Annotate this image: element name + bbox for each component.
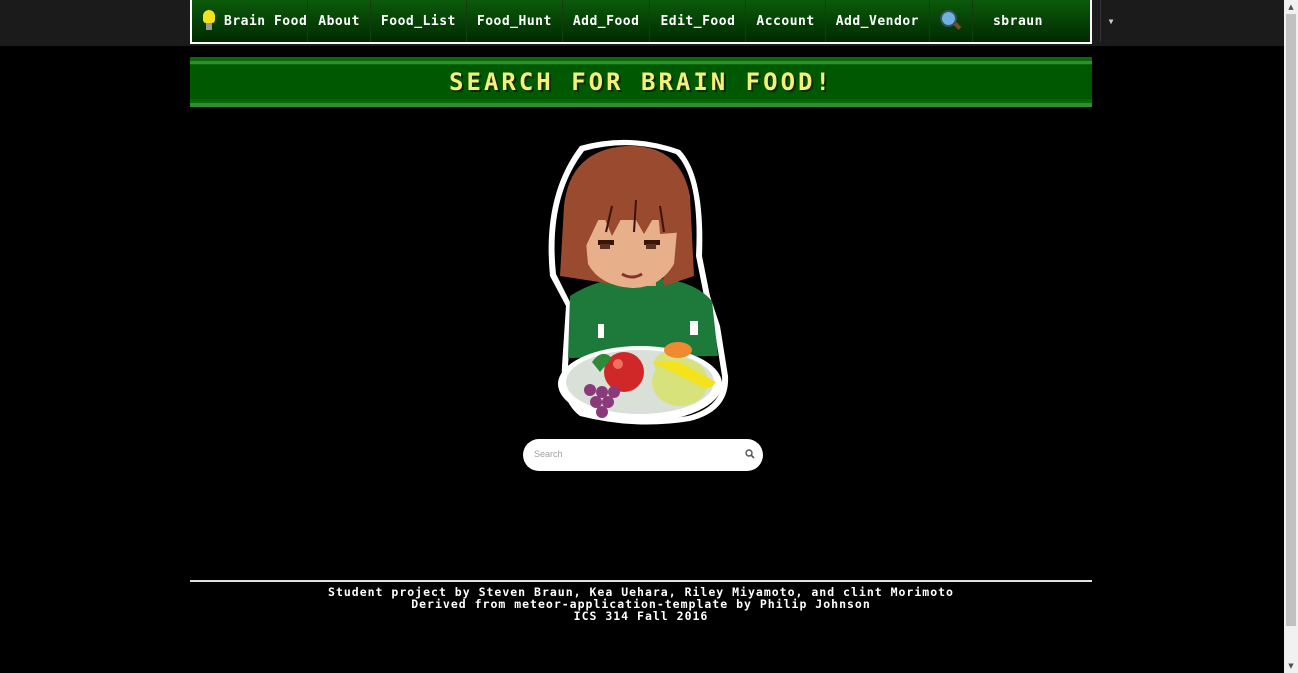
search-icon[interactable] bbox=[745, 449, 755, 459]
brand-label: Brain Food bbox=[224, 13, 308, 29]
scrollbar-thumb[interactable] bbox=[1286, 14, 1296, 626]
nav-search[interactable] bbox=[930, 0, 973, 42]
page-title: SEARCH FOR BRAIN FOOD! bbox=[449, 68, 833, 96]
page-banner: SEARCH FOR BRAIN FOOD! bbox=[190, 57, 1092, 107]
page-footer: Student project by Steven Braun, Kea Ueh… bbox=[190, 586, 1092, 622]
nav-food-hunt[interactable]: Food_Hunt bbox=[467, 0, 563, 42]
search-bar bbox=[523, 439, 763, 471]
hero-illustration bbox=[548, 139, 729, 425]
nav-account[interactable]: Account bbox=[746, 0, 826, 42]
scroll-down-arrow-icon[interactable]: ▼ bbox=[1284, 659, 1298, 673]
user-dropdown-toggle[interactable]: ▼ bbox=[1100, 0, 1121, 42]
search-input[interactable] bbox=[532, 443, 736, 465]
nav-user[interactable]: sbraun bbox=[973, 0, 1043, 42]
magnifier-icon bbox=[939, 10, 962, 32]
lightbulb-icon bbox=[202, 10, 216, 32]
footer-course: ICS 314 Fall 2016 bbox=[573, 609, 709, 623]
nav-edit-food[interactable]: Edit_Food bbox=[650, 0, 747, 42]
nav-about[interactable]: About bbox=[308, 0, 371, 42]
nav-brand[interactable]: Brain Food bbox=[192, 0, 309, 42]
nav-add-vendor[interactable]: Add_Vendor bbox=[826, 0, 930, 42]
caret-down-icon: ▼ bbox=[1108, 16, 1114, 26]
nav-add-food[interactable]: Add_Food bbox=[563, 0, 651, 42]
main-navbar: Brain Food About Food_List Food_Hunt Add… bbox=[190, 0, 1092, 44]
scroll-up-arrow-icon[interactable]: ▲ bbox=[1284, 0, 1298, 14]
top-bar: Brain Food About Food_List Food_Hunt Add… bbox=[0, 0, 1284, 46]
nav-food-list[interactable]: Food_List bbox=[371, 0, 467, 42]
footer-divider bbox=[190, 580, 1092, 582]
